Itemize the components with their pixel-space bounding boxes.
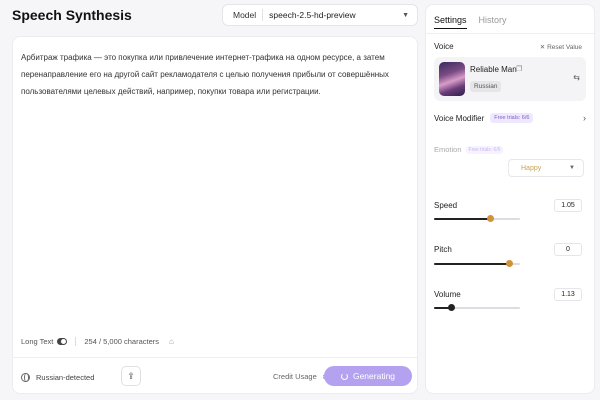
chevron-down-icon: ▼: [402, 11, 409, 19]
speed-value-input[interactable]: 1.05: [554, 199, 582, 212]
tab-settings[interactable]: Settings: [434, 15, 467, 29]
volume-thumb[interactable]: [448, 304, 456, 311]
speed-fill: [434, 218, 490, 220]
globe-icon: [21, 372, 30, 382]
reset-icon: ✕: [539, 44, 548, 51]
language-value: Russian-detected: [36, 372, 95, 382]
voice-avatar: [439, 62, 465, 96]
footer-divider: [13, 357, 417, 358]
copy-icon[interactable]: ❐: [516, 65, 522, 73]
model-value: speech-2.5-hd-preview: [269, 10, 356, 20]
emotion-value: Happy: [521, 164, 542, 172]
chevron-down-icon: ▼: [569, 165, 575, 171]
speed-slider[interactable]: [434, 215, 520, 222]
speed-label: Speed: [434, 201, 458, 210]
generate-button[interactable]: Generating: [324, 366, 412, 386]
chevron-right-icon: ›: [583, 113, 586, 123]
pitch-thumb[interactable]: [505, 260, 513, 267]
language-select[interactable]: Russian-detected ⇕: [21, 368, 125, 386]
char-count: 254 / 5,000 characters: [84, 337, 160, 346]
emotion-free-trials-badge: Free trials: 6/6: [465, 145, 504, 154]
reset-button[interactable]: ✕ Reset Value: [540, 43, 582, 51]
panel-tabs: Settings History: [434, 15, 519, 29]
volume-label: Volume: [434, 290, 461, 299]
long-text-toggle[interactable]: [57, 338, 68, 345]
emotion-select[interactable]: Happy ▼: [508, 159, 584, 177]
text-input[interactable]: Арбитраж трафика — это покупка или привл…: [21, 49, 401, 100]
voice-modifier-row[interactable]: Voice Modifier Free trials: 6/6 ›: [434, 113, 586, 123]
pitch-fill: [434, 263, 509, 265]
clear-icon[interactable]: ⌂: [169, 337, 174, 346]
volume-slider[interactable]: [434, 304, 520, 311]
emotion-row: Emotion Free trials: 6/6: [434, 145, 504, 154]
tab-history[interactable]: History: [479, 15, 507, 29]
generate-label: Generating: [352, 371, 396, 381]
voice-name: Reliable Man: [470, 65, 517, 74]
speed-thumb[interactable]: [486, 215, 494, 222]
free-trials-badge: Free trials: 6/6: [490, 113, 534, 123]
pitch-label: Pitch: [434, 245, 452, 254]
meta-divider: [75, 337, 77, 346]
voice-card[interactable]: Reliable Man ❐ Russian ⇆: [434, 57, 586, 101]
page-title: Speech Synthesis: [12, 7, 132, 23]
spinner-icon: [340, 372, 348, 380]
credit-usage[interactable]: Credit Usage ⇕: [273, 372, 327, 381]
text-editor-card: Арбитраж трафика — это покупка или привл…: [12, 36, 418, 394]
volume-value-input[interactable]: 1.13: [554, 288, 582, 301]
editor-meta: Long Text 254 / 5,000 characters ⌂: [21, 337, 174, 346]
emotion-label: Emotion: [434, 145, 462, 154]
long-text-label: Long Text: [21, 337, 54, 346]
credit-usage-label: Credit Usage: [273, 372, 317, 381]
app: Speech Synthesis Model speech-2.5-hd-pre…: [0, 0, 600, 400]
voice-label: Voice: [434, 42, 454, 51]
reset-label: Reset Value: [547, 44, 582, 51]
upload-icon: ⇪: [127, 370, 135, 381]
settings-panel: Settings History Voice ✕ Reset Value Rel…: [425, 4, 595, 394]
model-label: Model: [233, 10, 257, 20]
voice-language-badge: Russian: [470, 81, 502, 92]
model-select[interactable]: Model speech-2.5-hd-preview ▼: [222, 4, 418, 26]
pitch-value-input[interactable]: 0: [554, 243, 582, 256]
pitch-slider[interactable]: [434, 260, 520, 267]
voice-modifier-label: Voice Modifier: [434, 113, 485, 123]
swap-icon[interactable]: ⇆: [573, 73, 580, 82]
tabs-divider: [426, 33, 594, 34]
upload-button[interactable]: ⇪: [121, 366, 141, 386]
